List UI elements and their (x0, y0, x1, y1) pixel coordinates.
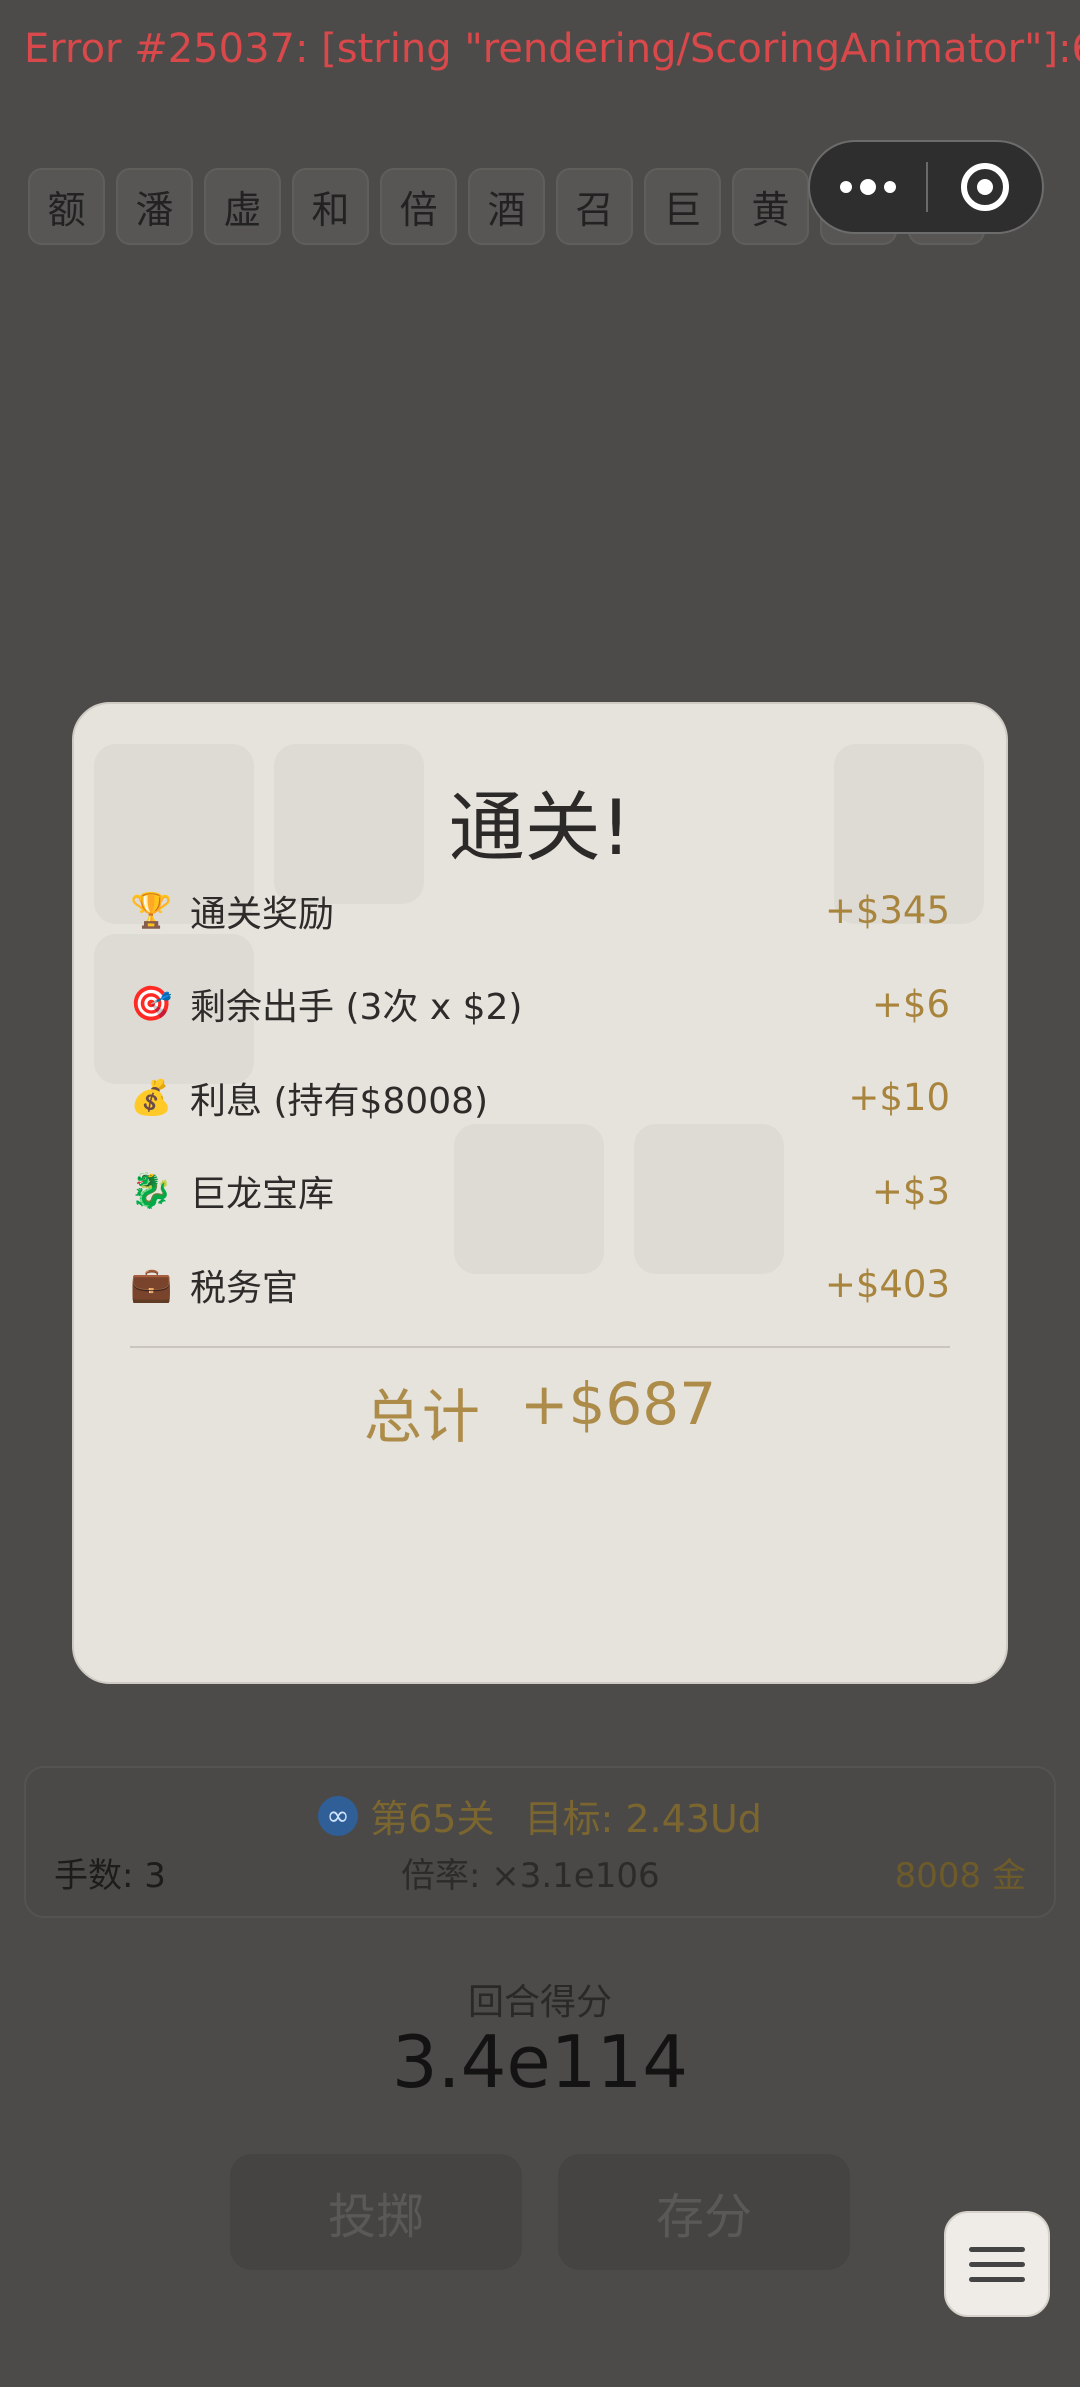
menu-button[interactable] (944, 2211, 1050, 2317)
reward-label: 利息 (持有$8008) (190, 1080, 489, 1122)
round-score-label: 回合得分 (467, 1982, 612, 2023)
reward-row: 💼 税务官 +$403 (130, 1238, 950, 1332)
reward-amount: +$6 (871, 982, 950, 1026)
dragon-icon: 🐉 (130, 1171, 173, 1212)
item-tile[interactable]: 酒 (468, 168, 545, 245)
gold-count: 8008 金 (894, 1856, 1026, 1896)
more-dots-icon[interactable] (810, 179, 926, 195)
level-label: 第65关 (370, 1797, 495, 1841)
reward-amount: +$403 (824, 1263, 950, 1307)
trophy-icon: 🏆 (130, 890, 173, 931)
stage-info-panel: ∞ 第65关 目标: 2.43Ud 手数: 3 倍率: ×3.1e106 800… (24, 1766, 1056, 1918)
close-target-button[interactable] (928, 163, 1042, 211)
reward-label: 通关奖励 (190, 893, 335, 935)
multiplier-value: 倍率: ×3.1e106 (400, 1856, 660, 1896)
hamburger-icon (969, 2246, 1025, 2252)
infinity-icon: ∞ (318, 1795, 359, 1836)
total-label: 总计 (363, 1383, 480, 1451)
item-tile[interactable]: 额 (28, 168, 105, 245)
target-icon (961, 163, 1009, 211)
save-score-button[interactable]: 存分 (558, 2154, 850, 2270)
item-tile[interactable]: 虚 (204, 168, 281, 245)
reward-amount: +$345 (824, 889, 950, 933)
reward-row: 🏆 通关奖励 +$345 (130, 864, 950, 958)
mini-program-capsule (808, 140, 1044, 234)
money-bag-icon: 💰 (130, 1077, 173, 1118)
total-row: 总计 +$687 (74, 1370, 1006, 1454)
reward-amount: +$10 (848, 1076, 950, 1120)
reward-list: 🏆 通关奖励 +$345 🎯 剩余出手 (3次 x $2) +$6 💰 利息 (… (130, 864, 950, 1332)
hands-count: 手数: 3 (54, 1856, 166, 1896)
round-score-value: 3.4e114 (391, 2020, 689, 2104)
reward-label: 剩余出手 (3次 x $2) (190, 987, 523, 1029)
item-tile[interactable]: 倍 (380, 168, 457, 245)
total-divider (130, 1346, 950, 1348)
item-tile[interactable]: 召 (556, 168, 633, 245)
reward-label: 巨龙宝库 (190, 1174, 335, 1216)
item-tile[interactable]: 黄 (732, 168, 809, 245)
roll-button[interactable]: 投掷 (230, 2154, 522, 2270)
reward-row: 🎯 剩余出手 (3次 x $2) +$6 (130, 958, 950, 1052)
item-tile[interactable]: 巨 (644, 168, 721, 245)
total-value: +$687 (519, 1370, 717, 1438)
item-tile[interactable]: 和 (292, 168, 369, 245)
target-label: 目标: 2.43Ud (524, 1797, 762, 1841)
item-tile[interactable]: 潘 (116, 168, 193, 245)
reward-row: 🐉 巨龙宝库 +$3 (130, 1145, 950, 1239)
reward-row: 💰 利息 (持有$8008) +$10 (130, 1051, 950, 1145)
stage-clear-dialog: 通关! 🏆 通关奖励 +$345 🎯 剩余出手 (3次 x $2) +$6 💰 … (72, 702, 1008, 1684)
error-message: Error #25037: [string "rendering/Scoring… (24, 26, 1080, 72)
briefcase-icon: 💼 (130, 1264, 173, 1305)
dialog-title: 通关! (448, 783, 632, 872)
reward-amount: +$3 (871, 1169, 950, 1213)
dart-target-icon: 🎯 (130, 984, 173, 1025)
reward-label: 税务官 (190, 1267, 299, 1309)
